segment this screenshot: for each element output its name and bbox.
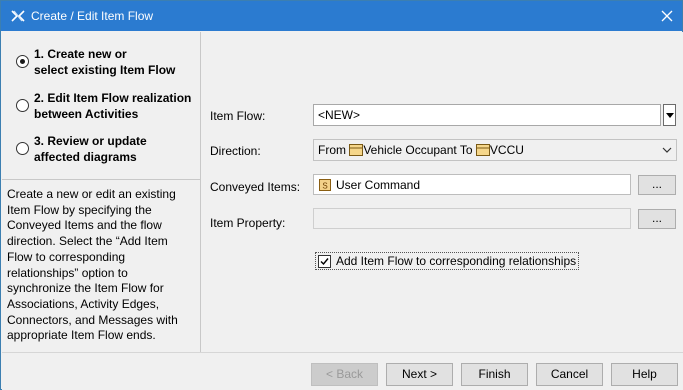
step-1-radio[interactable] xyxy=(16,55,29,68)
item-flow-label: Item Flow: xyxy=(210,109,266,123)
window-title: Create / Edit Item Flow xyxy=(31,9,154,23)
chevron-down-icon xyxy=(662,147,672,153)
conveyed-items-value: User Command xyxy=(336,178,421,192)
title-bar: Create / Edit Item Flow xyxy=(1,1,682,31)
help-button[interactable]: Help xyxy=(611,363,678,386)
back-button[interactable]: < Back xyxy=(311,363,378,386)
item-flow-form: Item Flow: <NEW> Direction: From Vehicle… xyxy=(202,32,683,352)
steps-list: 1. Create new or select existing Item Fl… xyxy=(2,32,201,180)
item-property-browse-button[interactable]: ... xyxy=(638,209,676,229)
add-item-flow-checkbox-label: Add Item Flow to corresponding relations… xyxy=(336,254,577,268)
item-flow-value: <NEW> xyxy=(318,108,361,122)
block-class-icon xyxy=(349,144,364,156)
step-description: Create a new or edit an existing Item Fl… xyxy=(7,187,178,343)
dialog-window: Create / Edit Item Flow 1. Create new or… xyxy=(0,0,683,390)
item-flow-combo[interactable]: <NEW> xyxy=(313,104,661,126)
step-2-radio[interactable] xyxy=(16,99,29,112)
close-icon xyxy=(661,10,673,22)
checkmark-icon xyxy=(320,258,329,266)
step-3-radio[interactable] xyxy=(16,142,29,155)
item-property-field[interactable] xyxy=(313,208,631,229)
conveyed-items-field[interactable]: S User Command xyxy=(313,174,631,195)
step-3-label: 3. Review or update affected diagrams xyxy=(34,134,147,164)
app-logo-icon xyxy=(11,10,25,22)
direction-label: Direction: xyxy=(210,144,261,158)
conveyed-items-label: Conveyed Items: xyxy=(210,180,301,194)
item-property-label: Item Property: xyxy=(210,216,286,230)
add-item-flow-checkbox[interactable] xyxy=(318,255,331,268)
add-item-flow-checkbox-row[interactable]: Add Item Flow to corresponding relations… xyxy=(315,252,580,270)
step-1-option[interactable]: 1. Create new or select existing Item Fl… xyxy=(16,46,200,80)
direction-combo[interactable]: From Vehicle Occupant To VCCU xyxy=(313,139,677,161)
step-3-option[interactable]: 3. Review or update affected diagrams xyxy=(16,133,200,167)
block-class-icon xyxy=(475,144,490,156)
item-flow-dropdown-button[interactable] xyxy=(663,104,676,126)
finish-button[interactable]: Finish xyxy=(461,363,528,386)
step-1-label: 1. Create new or select existing Item Fl… xyxy=(34,47,176,77)
conveyed-items-browse-button[interactable]: ... xyxy=(638,175,676,195)
wizard-steps-panel: 1. Create new or select existing Item Fl… xyxy=(2,32,201,352)
button-bar: < Back Next > Finish Cancel Help xyxy=(2,352,683,390)
cancel-button[interactable]: Cancel xyxy=(536,363,603,386)
svg-text:S: S xyxy=(322,182,327,191)
step-2-label: 2. Edit Item Flow realization between Ac… xyxy=(34,91,192,121)
direction-value: From Vehicle Occupant To VCCU xyxy=(318,143,524,157)
next-button[interactable]: Next > xyxy=(386,363,453,386)
triangle-down-icon xyxy=(665,112,674,118)
signal-icon: S xyxy=(319,179,331,191)
close-button[interactable] xyxy=(652,1,682,31)
step-2-option[interactable]: 2. Edit Item Flow realization between Ac… xyxy=(16,90,200,124)
